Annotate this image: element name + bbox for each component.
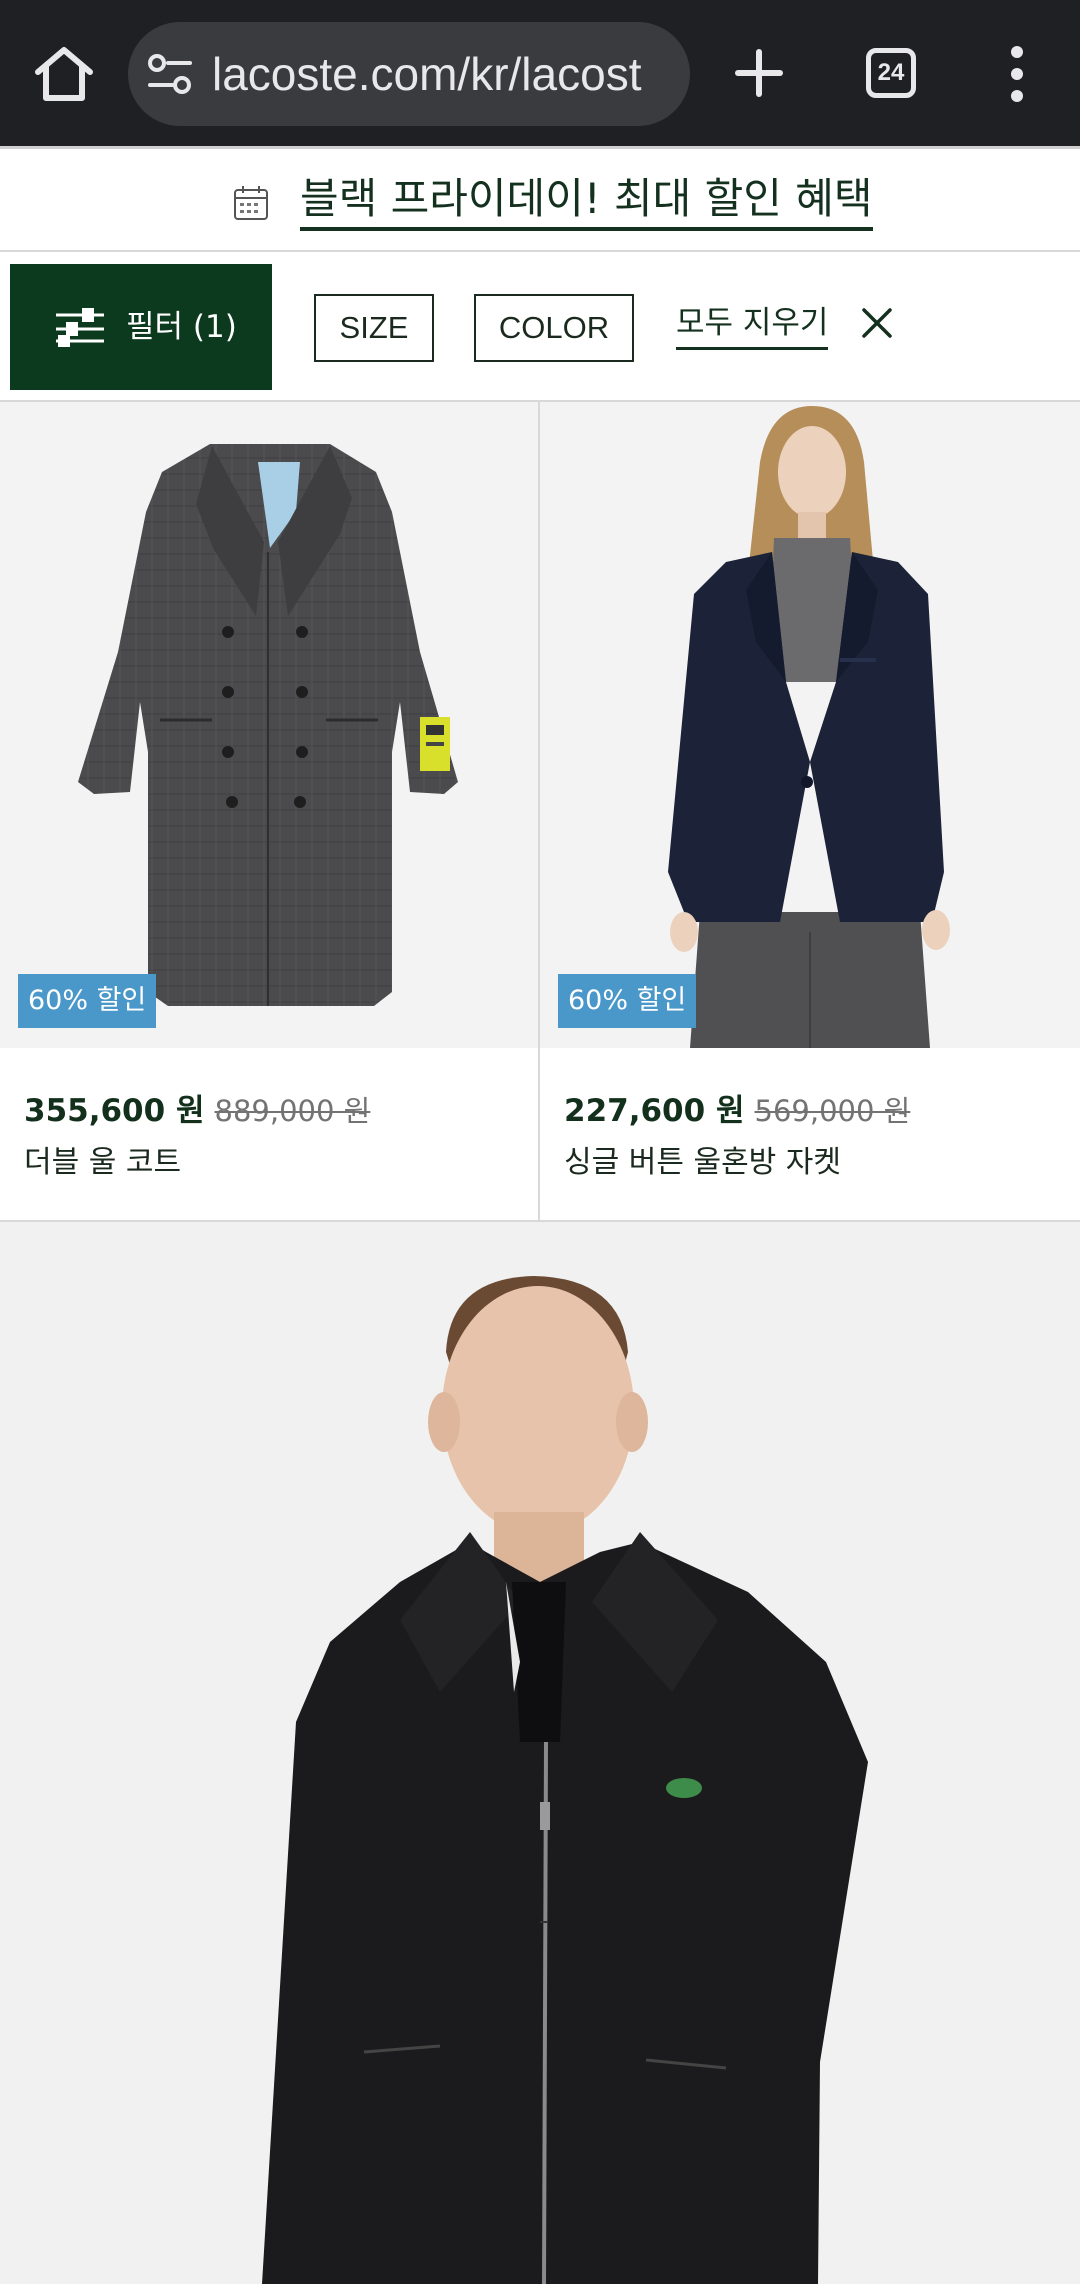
promo-link[interactable]: 블랙 프라이데이! 최대 할인 혜택 [300, 171, 873, 231]
sale-price: 355,600 원 [24, 1093, 205, 1129]
product-card[interactable]: 60% 할인 355,600 원 889,000 원 더블 울 코트 [0, 402, 540, 1222]
promo-banner[interactable]: 블랙 프라이데이! 최대 할인 혜택 [0, 146, 1080, 252]
original-price: 889,000 원 [214, 1094, 371, 1128]
product-name[interactable]: 싱글 버튼 울혼방 자켓 [564, 1140, 841, 1186]
jacket-illustration [262, 1276, 868, 2284]
product-name[interactable]: 더블 울 코트 [24, 1140, 181, 1186]
coat-illustration [78, 444, 458, 1006]
home-icon[interactable] [30, 42, 98, 106]
discount-badge: 60% 할인 [18, 974, 157, 1028]
product-image[interactable] [0, 402, 538, 1048]
close-icon[interactable] [858, 304, 896, 342]
product-card-featured[interactable] [0, 1222, 1080, 2284]
price-row: 355,600 원 889,000 원 [24, 1086, 370, 1136]
discount-badge: 60% 할인 [558, 974, 697, 1028]
filter-button[interactable]: 필터 (1) [10, 264, 272, 390]
clear-all-link[interactable]: 모두 지우기 [676, 298, 829, 350]
sale-price: 227,600 원 [564, 1093, 745, 1129]
more-menu-icon[interactable] [1000, 44, 1034, 104]
new-tab-icon[interactable] [730, 40, 788, 106]
url-text[interactable]: lacoste.com/kr/lacost [212, 46, 682, 102]
filter-sliders-icon [56, 308, 104, 347]
calendar-icon [234, 186, 268, 220]
original-price: 569,000 원 [754, 1094, 911, 1128]
address-bar[interactable]: lacoste.com/kr/lacost [128, 22, 690, 126]
size-filter-chip[interactable]: SIZE [314, 294, 434, 362]
filter-label: 필터 (1) [126, 309, 237, 345]
color-filter-chip[interactable]: COLOR [474, 294, 634, 362]
price-row: 227,600 원 569,000 원 [564, 1086, 910, 1136]
product-card[interactable]: 60% 할인 227,600 원 569,000 원 싱글 버튼 울혼방 자켓 [540, 402, 1080, 1222]
tab-switcher-button[interactable]: 24 [866, 48, 916, 98]
product-image[interactable] [0, 1222, 1080, 2284]
site-settings-icon[interactable] [146, 52, 194, 96]
product-image[interactable] [540, 402, 1080, 1048]
blazer-illustration [668, 406, 950, 1048]
browser-toolbar: lacoste.com/kr/lacost 24 [0, 0, 1080, 146]
filter-bar: 필터 (1) SIZE COLOR 모두 지우기 [0, 254, 1080, 402]
